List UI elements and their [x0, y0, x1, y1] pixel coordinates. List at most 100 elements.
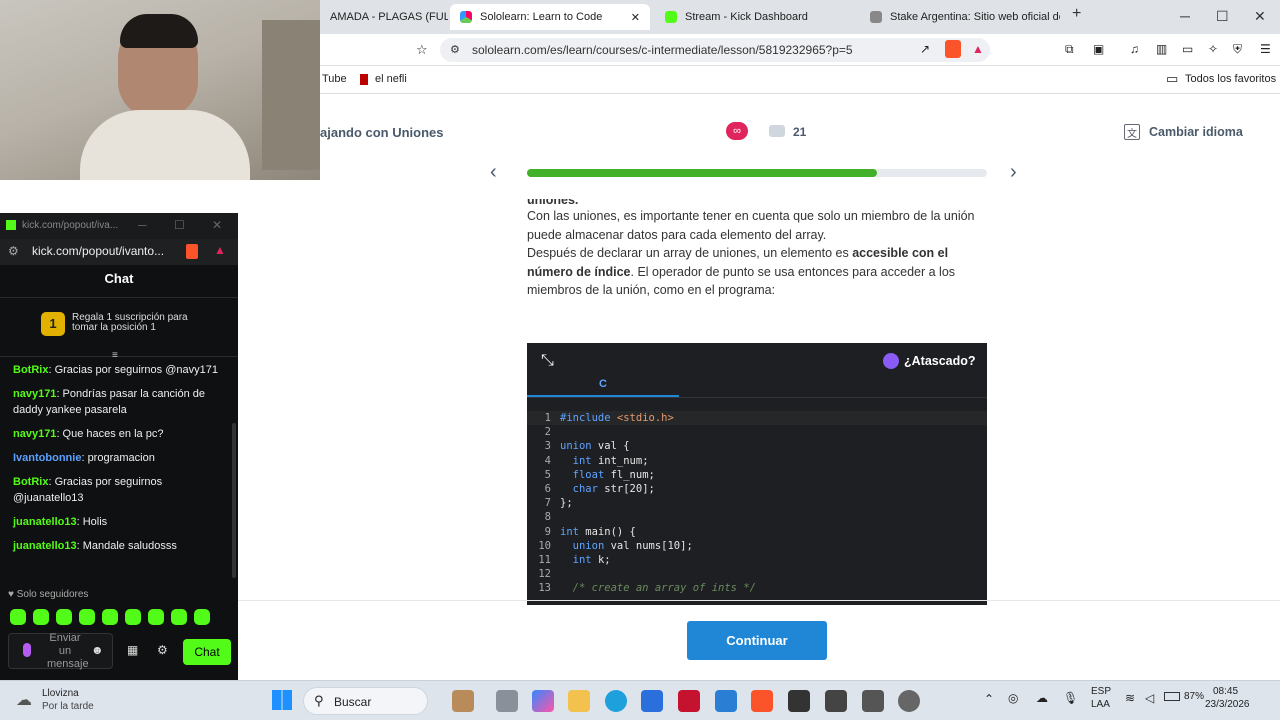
code-line[interactable]: 1 #include <stdio.h>: [527, 411, 987, 426]
windows-start-icon[interactable]: [272, 690, 292, 710]
code-line[interactable]: 4 int int_num;: [527, 454, 987, 468]
close-window-button[interactable]: ✕: [1254, 8, 1266, 25]
maximize-button[interactable]: ☐: [174, 218, 185, 232]
change-language-button[interactable]: Cambiar idioma: [1149, 125, 1243, 139]
code-line[interactable]: 8: [527, 510, 987, 524]
mic-icon[interactable]: [23, 643, 31, 657]
weather-icon[interactable]: ☁: [16, 690, 32, 710]
tab-kick-dashboard[interactable]: Stream - Kick Dashboard: [655, 4, 855, 30]
code-line[interactable]: 12: [527, 567, 987, 581]
code-editor[interactable]: ⤡ ¿Atascado? C 1 #include <stdio.h> 2 3 unio…: [527, 343, 987, 605]
mcafee-icon[interactable]: [678, 690, 700, 712]
wallet-icon[interactable]: ▭: [1182, 42, 1193, 56]
emote-icon[interactable]: [194, 609, 210, 625]
obs-icon[interactable]: [898, 690, 920, 712]
widgets-icon[interactable]: [452, 690, 474, 712]
next-arrow-icon[interactable]: ›: [1010, 161, 1017, 184]
vscode-icon[interactable]: [715, 690, 737, 712]
clock-date[interactable]: 23/3/2026: [1205, 699, 1250, 710]
rewards-icon[interactable]: ▲: [972, 42, 984, 56]
code-line[interactable]: 2: [527, 425, 987, 439]
media-icon[interactable]: ♫: [1130, 42, 1139, 56]
url-field[interactable]: ⚙ sololearn.com/es/learn/courses/c-inter…: [440, 38, 990, 62]
chat-username[interactable]: BotRix: [13, 476, 48, 488]
chat-username[interactable]: Ivantobonnie: [13, 452, 81, 464]
all-favorites[interactable]: Todos los favoritos: [1185, 73, 1276, 85]
tray-icon[interactable]: ◎: [1008, 691, 1018, 705]
settings-icon[interactable]: ⚙: [157, 643, 168, 657]
new-tab-button[interactable]: +: [1072, 5, 1081, 23]
battery-icon[interactable]: [1164, 692, 1180, 701]
menu-icon[interactable]: ☰: [1260, 42, 1271, 56]
taskbar-search[interactable]: ⚲ Buscar: [303, 687, 428, 715]
brave-shield-icon[interactable]: [186, 244, 198, 259]
code-line[interactable]: 5 float fl_num;: [527, 468, 987, 482]
screenshot-icon[interactable]: ▣: [1093, 42, 1104, 56]
copilot-icon[interactable]: [532, 690, 554, 712]
tray-icon[interactable]: ☁: [1036, 691, 1048, 705]
emote-icon[interactable]: [56, 609, 72, 625]
edge-icon[interactable]: [605, 690, 627, 712]
minimize-button[interactable]: ─: [1180, 8, 1190, 24]
bookmark-icon[interactable]: ☆: [416, 42, 428, 58]
leo-icon[interactable]: ✧: [1208, 42, 1218, 56]
close-button[interactable]: ✕: [212, 218, 222, 232]
emote-icon[interactable]: [33, 609, 49, 625]
store-icon[interactable]: [641, 690, 663, 712]
comment-icon[interactable]: [769, 125, 785, 137]
store-icon[interactable]: ▦: [127, 643, 138, 657]
chat-input[interactable]: Enviar un mensaje ☻: [8, 632, 113, 670]
vpn-icon[interactable]: ⛨: [1233, 42, 1242, 57]
app-icon[interactable]: [788, 690, 810, 712]
weather-temp[interactable]: Llovizna: [42, 688, 79, 699]
chat-username[interactable]: juanatello13: [13, 540, 77, 552]
code-line[interactable]: 13 /* create an array of ints */: [527, 581, 987, 595]
tab-c[interactable]: C: [599, 378, 607, 390]
stuck-button[interactable]: ¿Atascado?: [904, 354, 976, 368]
send-chat-button[interactable]: Chat: [183, 639, 231, 665]
expand-icon[interactable]: ⤡: [541, 352, 554, 370]
code-line[interactable]: 11 int k;: [527, 553, 987, 567]
code-line[interactable]: 3 union val {: [527, 439, 987, 453]
explorer-icon[interactable]: [568, 690, 590, 712]
emote-icon[interactable]: [125, 609, 141, 625]
brave-icon[interactable]: [751, 690, 773, 712]
chat-username[interactable]: BotRix: [13, 364, 48, 376]
chat-scrollbar[interactable]: [232, 423, 236, 578]
continue-button[interactable]: Continuar: [687, 621, 827, 660]
emote-icon[interactable]: [102, 609, 118, 625]
gift-sub-text[interactable]: Regala 1 suscripción para tomar la posic…: [72, 313, 212, 333]
tab-sololearn[interactable]: Sololearn: Learn to Code ✕: [450, 4, 650, 30]
chevron-up-icon[interactable]: ⌃: [984, 692, 994, 706]
brave-shield-icon[interactable]: [945, 40, 961, 58]
site-info-icon[interactable]: ⚙: [450, 43, 460, 56]
close-tab-icon[interactable]: ✕: [631, 11, 640, 24]
code-line[interactable]: 6 char str[20];: [527, 482, 987, 496]
code-line[interactable]: 9 int main() {: [527, 525, 987, 539]
kick-url[interactable]: kick.com/popout/ivanto...: [32, 244, 164, 258]
tab-plagas[interactable]: AMADA - PLAGAS (FULL A: [320, 4, 448, 30]
calculator-icon[interactable]: [862, 690, 884, 712]
clock-time[interactable]: 08:45: [1213, 686, 1238, 697]
lang-layout[interactable]: LAA: [1091, 699, 1110, 710]
share-icon[interactable]: ↗: [920, 42, 930, 56]
tab-stake[interactable]: Stake Argentina: Sitio web oficial de: [860, 4, 1060, 30]
emoji-icon[interactable]: ☻: [91, 643, 104, 657]
bookmark-netflix[interactable]: el nefli: [375, 73, 407, 85]
emote-icon[interactable]: [148, 609, 164, 625]
comment-count[interactable]: 21: [793, 125, 806, 139]
app-icon[interactable]: [825, 690, 847, 712]
maximize-button[interactable]: ☐: [1216, 8, 1229, 25]
extensions-icon[interactable]: ⧉: [1065, 42, 1074, 57]
emote-icon[interactable]: [10, 609, 26, 625]
code-line[interactable]: 10 union val nums[10];: [527, 539, 987, 553]
prev-arrow-icon[interactable]: ‹: [490, 161, 497, 184]
chat-username[interactable]: juanatello13: [13, 516, 77, 528]
volume-icon[interactable]: ◁: [1145, 691, 1154, 705]
chat-username[interactable]: navy171: [13, 388, 56, 400]
minimize-button[interactable]: ─: [138, 218, 147, 232]
code-lines[interactable]: 1 #include <stdio.h> 2 3 union val {4 int in…: [527, 411, 987, 595]
wifi-icon[interactable]: ≋: [1125, 691, 1135, 705]
chat-username[interactable]: navy171: [13, 428, 56, 440]
lang-code[interactable]: ESP: [1091, 686, 1111, 697]
